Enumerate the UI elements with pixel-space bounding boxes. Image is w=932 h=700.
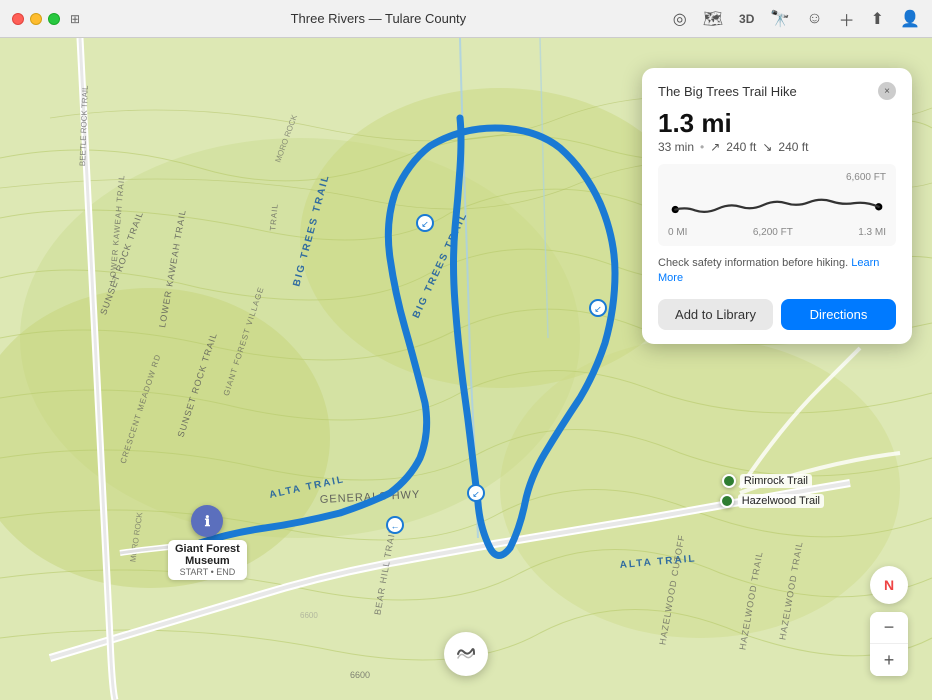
routing-button[interactable] — [444, 632, 488, 676]
elevation-down-icon: ↘ — [762, 140, 772, 154]
location-icon[interactable]: ◎ — [673, 9, 687, 29]
rimrock-dot — [722, 474, 736, 488]
profile-icon[interactable]: 👤 — [900, 9, 920, 29]
svg-text:↙: ↙ — [421, 219, 429, 229]
elevation-high-label: 6,600 FT — [668, 172, 886, 183]
chart-labels: 0 MI 6,200 FT 1.3 MI — [668, 227, 886, 238]
window-icon: ⊞ — [70, 12, 84, 26]
elevation-up: 240 ft — [726, 140, 756, 154]
elevation-up-icon: ↗ — [710, 140, 720, 154]
chart-end: 1.3 MI — [858, 227, 886, 238]
close-button[interactable] — [12, 13, 24, 25]
museum-marker[interactable]: ℹ Giant Forest Museum START • END — [168, 505, 247, 580]
museum-sublabel: START • END — [175, 567, 240, 577]
add-to-library-button[interactable]: Add to Library — [658, 299, 773, 330]
directions-button[interactable]: Directions — [781, 299, 896, 330]
zoom-out-button[interactable]: − — [870, 612, 908, 644]
action-buttons: Add to Library Directions — [658, 299, 896, 330]
elevation-chart: 6,600 FT 0 MI 6,200 FT 1.3 MI — [658, 164, 896, 246]
compass-button[interactable]: N — [870, 566, 908, 604]
museum-icon: ℹ — [191, 505, 223, 537]
trail-time: 33 min — [658, 140, 694, 154]
elevation-down: 240 ft — [778, 140, 808, 154]
hazelwood-trail-label: Hazelwood Trail — [738, 494, 824, 508]
trail-info-card: The Big Trees Trail Hike × 1.3 mi 33 min… — [642, 68, 912, 344]
elevation-low-label: 6,200 FT — [753, 227, 793, 238]
safety-info: Check safety information before hiking. … — [658, 256, 896, 287]
face-icon[interactable]: ☺ — [806, 10, 822, 28]
map-controls: N − + — [870, 566, 908, 676]
svg-text:↙: ↙ — [472, 489, 480, 499]
svg-text:←: ← — [391, 521, 400, 531]
elevation-svg — [668, 185, 886, 225]
museum-name: Giant Forest Museum — [175, 543, 240, 567]
card-title: The Big Trees Trail Hike — [658, 84, 797, 99]
titlebar: ⊞ Three Rivers — Tulare County ◎ 🗺 3D 🔭 … — [0, 0, 932, 38]
safety-text: Check safety information before hiking. — [658, 257, 848, 269]
rimrock-trail-label: Rimrock Trail — [740, 474, 812, 488]
svg-text:6600: 6600 — [300, 611, 318, 620]
window-title: Three Rivers — Tulare County — [84, 11, 673, 26]
close-card-button[interactable]: × — [878, 82, 896, 100]
chart-start: 0 MI — [668, 227, 687, 238]
svg-text:6600: 6600 — [350, 670, 370, 680]
svg-text:↙: ↙ — [594, 304, 602, 314]
traffic-lights — [12, 13, 60, 25]
share-icon[interactable]: ⬆ — [871, 9, 884, 29]
add-icon[interactable]: ＋ — [839, 7, 855, 31]
compass-label: N — [884, 577, 894, 593]
minimize-button[interactable] — [30, 13, 42, 25]
binoculars-icon[interactable]: 🔭 — [770, 9, 790, 29]
rimrock-trail-marker: Rimrock Trail — [722, 474, 812, 488]
fullscreen-button[interactable] — [48, 13, 60, 25]
museum-label: Giant Forest Museum START • END — [168, 540, 247, 580]
chart-container — [668, 185, 886, 225]
toolbar-icons: ◎ 🗺 3D 🔭 ☺ ＋ ⬆ 👤 — [673, 7, 920, 31]
zoom-controls: − + — [870, 612, 908, 676]
trail-distance: 1.3 mi — [658, 110, 896, 136]
map[interactable]: BIG TREES TRAIL BIG TREES TRAIL ALTA TRA… — [0, 38, 932, 700]
hazelwood-dot — [720, 494, 734, 508]
map-icon[interactable]: 🗺 — [703, 9, 723, 29]
hazelwood-trail-marker: Hazelwood Trail — [720, 494, 824, 508]
3d-icon[interactable]: 3D — [739, 12, 754, 26]
trail-stats: 33 min • ↗ 240 ft ↘ 240 ft — [658, 140, 896, 154]
zoom-in-button[interactable]: + — [870, 644, 908, 676]
card-header: The Big Trees Trail Hike × — [658, 82, 896, 100]
routing-icon — [454, 642, 478, 666]
